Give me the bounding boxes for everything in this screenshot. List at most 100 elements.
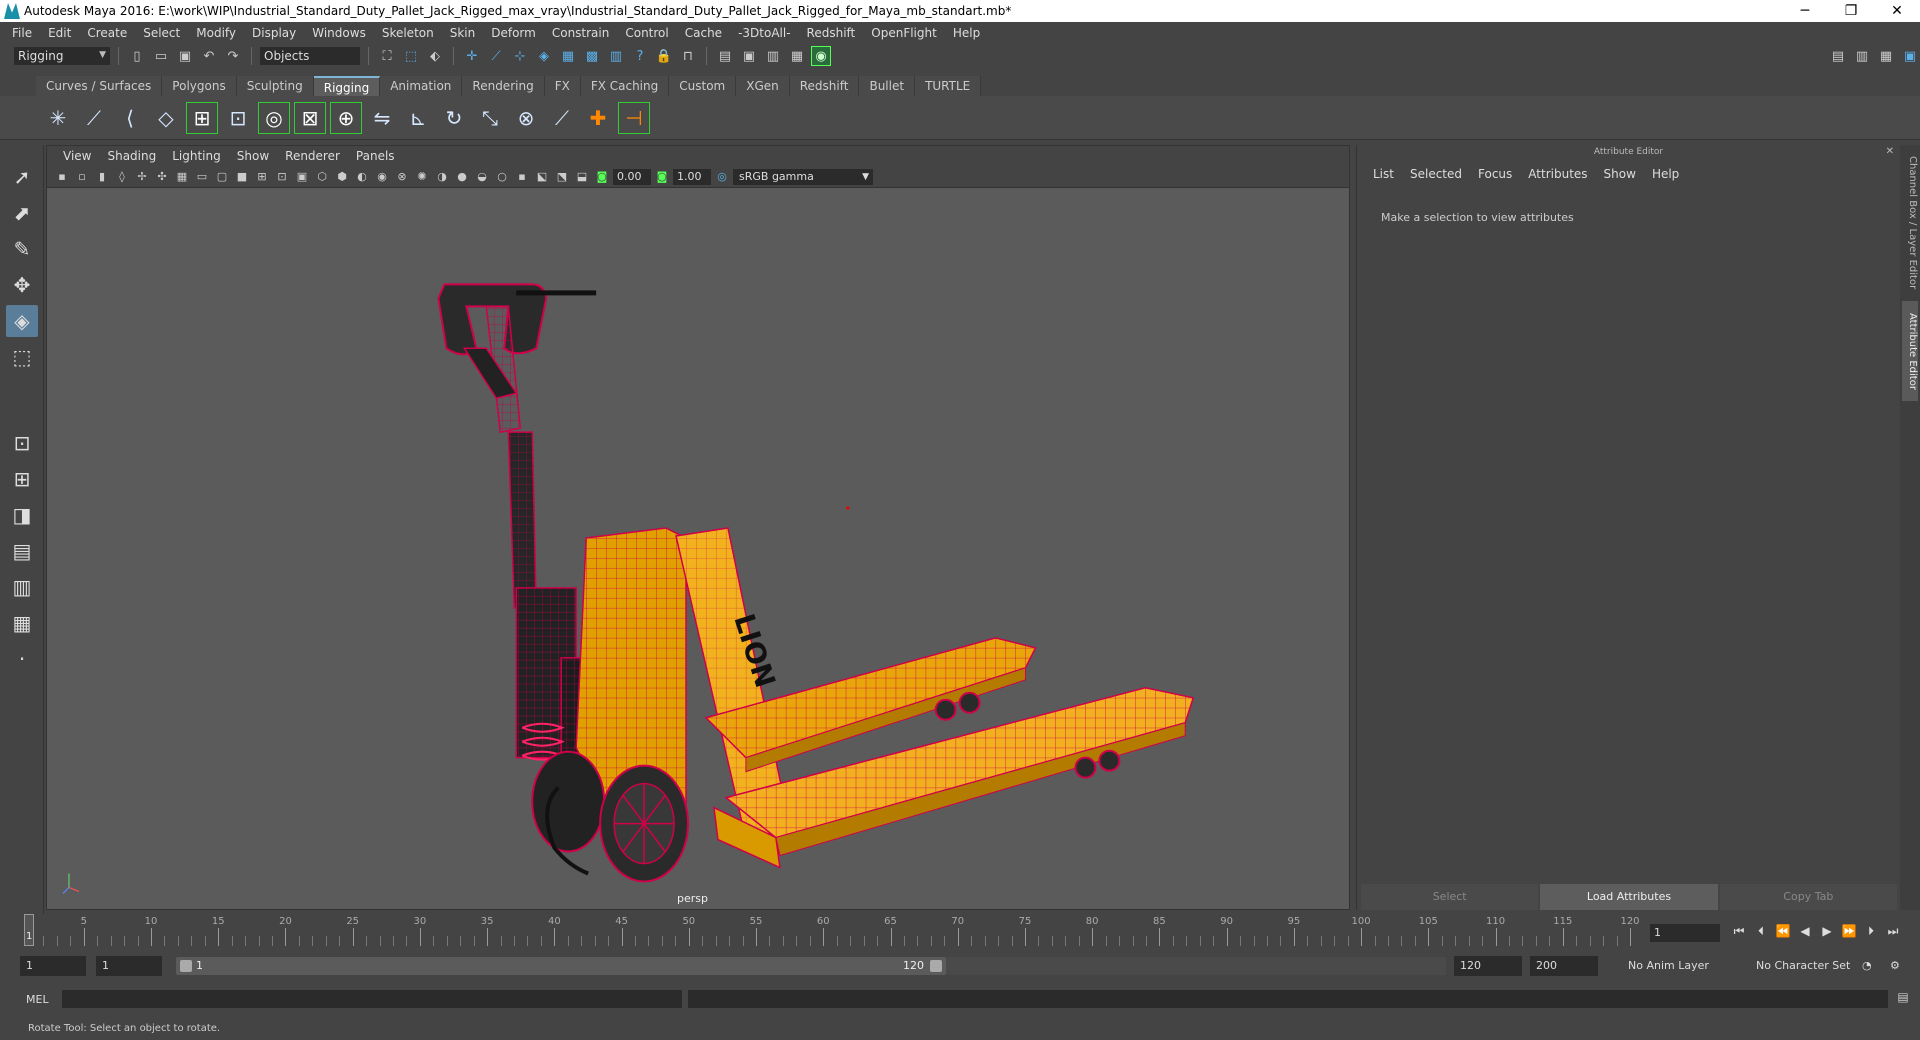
menu-windows[interactable]: Windows (304, 26, 374, 40)
motion-blur-icon[interactable]: ◒ (473, 168, 491, 186)
play-backwards-icon[interactable]: ◀ (1796, 922, 1814, 940)
end-time-field[interactable]: 200 (1530, 956, 1598, 976)
select-tool-icon[interactable]: ➚ (6, 161, 38, 193)
ae-menu-show[interactable]: Show (1596, 167, 1644, 181)
wireframe-icon[interactable]: ⬡ (313, 168, 331, 186)
ae-menu-focus[interactable]: Focus (1470, 167, 1520, 181)
film-gate-icon[interactable]: ▭ (193, 168, 211, 186)
vp-menu-view[interactable]: View (55, 149, 99, 163)
menu-file[interactable]: File (4, 26, 40, 40)
grid-icon[interactable]: ▦ (173, 168, 191, 186)
ae-menu-selected[interactable]: Selected (1402, 167, 1470, 181)
menuset-dropdown[interactable]: Rigging ▼ (14, 47, 110, 65)
range-end-handle[interactable] (930, 960, 942, 972)
render-view-icon[interactable]: ▤ (715, 46, 735, 66)
ae-menu-list[interactable]: List (1365, 167, 1402, 181)
menu-constrain[interactable]: Constrain (544, 26, 618, 40)
snap-point-icon[interactable]: ⊹ (510, 46, 530, 66)
scale-constraint-icon[interactable]: ⤡ (474, 102, 506, 134)
restore-button[interactable]: ❐ (1828, 3, 1874, 19)
viewport-panel[interactable]: View Shading Lighting Show Renderer Pane… (46, 145, 1350, 910)
safe-title-icon[interactable]: ▣ (293, 168, 311, 186)
menu-skeleton[interactable]: Skeleton (374, 26, 442, 40)
menu-edit[interactable]: Edit (40, 26, 79, 40)
undo-icon[interactable]: ↶ (199, 46, 219, 66)
select-button[interactable]: Select (1361, 884, 1539, 910)
quick-rig-icon[interactable]: ◇ (150, 102, 182, 134)
resolution-gate-icon[interactable]: ▢ (213, 168, 231, 186)
layout-icon-2[interactable]: ▥ (1852, 46, 1872, 66)
attribute-editor-tab[interactable]: Attribute Editor (1902, 301, 1918, 401)
gamma-icon[interactable]: ◙ (653, 168, 671, 186)
step-back-icon[interactable]: ⏴ (1752, 922, 1770, 940)
viewport-canvas[interactable]: LION (47, 188, 1349, 909)
close-button[interactable]: ✕ (1874, 3, 1920, 19)
anim-prefs-icon[interactable]: ⚙ (1890, 956, 1912, 976)
bind-skin-icon[interactable]: ⊡ (222, 102, 254, 134)
lock-icon[interactable]: 🔒 (654, 46, 674, 66)
current-frame-field[interactable]: 1 (1650, 924, 1720, 942)
ambient-occlusion-icon[interactable]: ● (453, 168, 471, 186)
cluster-icon[interactable]: ⊕ (330, 101, 362, 134)
magnet-icon[interactable]: ⊓ (678, 46, 698, 66)
shelf-tab-fx[interactable]: FX (544, 76, 581, 96)
shelf-tab-rigging[interactable]: Rigging (313, 76, 381, 96)
ik-spline-icon[interactable]: ⟨ (114, 102, 146, 134)
anim-layer-dropdown[interactable]: No Anim Layer (1622, 956, 1740, 976)
render-current-icon[interactable]: ▣ (739, 46, 759, 66)
isolate-select-icon[interactable]: ⬕ (533, 168, 551, 186)
shelf-tab-redshift[interactable]: Redshift (789, 76, 860, 96)
single-pane-layout-icon[interactable]: ⊡ (6, 427, 38, 459)
menu-control[interactable]: Control (617, 26, 676, 40)
select-hierarchy-icon[interactable]: ⛶ (377, 46, 397, 66)
command-language-label[interactable]: MEL (0, 993, 62, 1006)
snap-surface-icon[interactable]: ▩ (582, 46, 602, 66)
vp-menu-renderer[interactable]: Renderer (277, 149, 348, 163)
selection-mode-dropdown[interactable]: Objects (260, 47, 360, 65)
shelf-tab-sculpting[interactable]: Sculpting (236, 76, 314, 96)
camera-rotate-icon[interactable]: ✢ (133, 168, 151, 186)
ae-menu-attributes[interactable]: Attributes (1520, 167, 1595, 181)
go-to-end-icon[interactable]: ⏭ (1884, 922, 1902, 940)
hypershade-icon[interactable]: ◉ (811, 46, 831, 66)
field-chart-icon[interactable]: ⊞ (253, 168, 271, 186)
select-object-icon[interactable]: ⬚ (401, 46, 421, 66)
smooth-shade-icon[interactable]: ⬢ (333, 168, 351, 186)
more-layouts-icon[interactable]: · (6, 643, 38, 675)
point-constraint-icon[interactable]: ⊾ (402, 102, 434, 134)
shelf-tab-polygons[interactable]: Polygons (162, 76, 237, 96)
save-scene-icon[interactable]: ▣ (175, 46, 195, 66)
shelf-tab-custom[interactable]: Custom (669, 76, 737, 96)
ipr-render-icon[interactable]: ▥ (763, 46, 783, 66)
current-time-marker[interactable]: 1 (24, 914, 34, 946)
snap-curve-icon[interactable]: ⟋ (486, 46, 506, 66)
step-back-key-icon[interactable]: ⏪ (1774, 922, 1792, 940)
new-scene-icon[interactable]: ▯ (127, 46, 147, 66)
menu-3dtoall[interactable]: -3DtoAll- (730, 26, 798, 40)
xray-active-icon[interactable]: ⬓ (573, 168, 591, 186)
range-start-handle[interactable] (180, 960, 192, 972)
camera-pan-icon[interactable]: ✣ (153, 168, 171, 186)
step-forward-key-icon[interactable]: ⏩ (1840, 922, 1858, 940)
menu-skin[interactable]: Skin (442, 26, 484, 40)
shelf-tab-bullet[interactable]: Bullet (859, 76, 916, 96)
playback-start-field[interactable]: 1 (96, 956, 162, 976)
paint-select-icon[interactable]: ✎ (6, 233, 38, 265)
render-settings-icon[interactable]: ▦ (787, 46, 807, 66)
menu-help[interactable]: Help (945, 26, 988, 40)
copy-tab-button[interactable]: Copy Tab (1719, 884, 1897, 910)
time-slider[interactable]: 5 10 15 20 25 30 35 40 45 50 55 60 65 70 75 80 85 90 95 100… (24, 914, 1640, 946)
vp-menu-lighting[interactable]: Lighting (164, 149, 229, 163)
exposure-field[interactable]: 0.00 (613, 168, 651, 185)
history-icon[interactable]: ? (630, 46, 650, 66)
dof-icon[interactable]: ▪ (513, 168, 531, 186)
shelf-tab-turtle[interactable]: TURTLE (915, 76, 982, 96)
lights-icon[interactable]: ✺ (413, 168, 431, 186)
character-set-dropdown[interactable]: No Character Set (1750, 956, 1880, 976)
lasso-tool-icon[interactable]: ⬈ (6, 197, 38, 229)
camera-attributes-icon[interactable]: ▫ (73, 168, 91, 186)
lattice-icon[interactable]: ⊠ (294, 101, 326, 134)
symmetry-icon[interactable]: ▥ (606, 46, 626, 66)
vp-menu-show[interactable]: Show (229, 149, 277, 163)
locator-icon[interactable]: ✚ (582, 102, 614, 134)
